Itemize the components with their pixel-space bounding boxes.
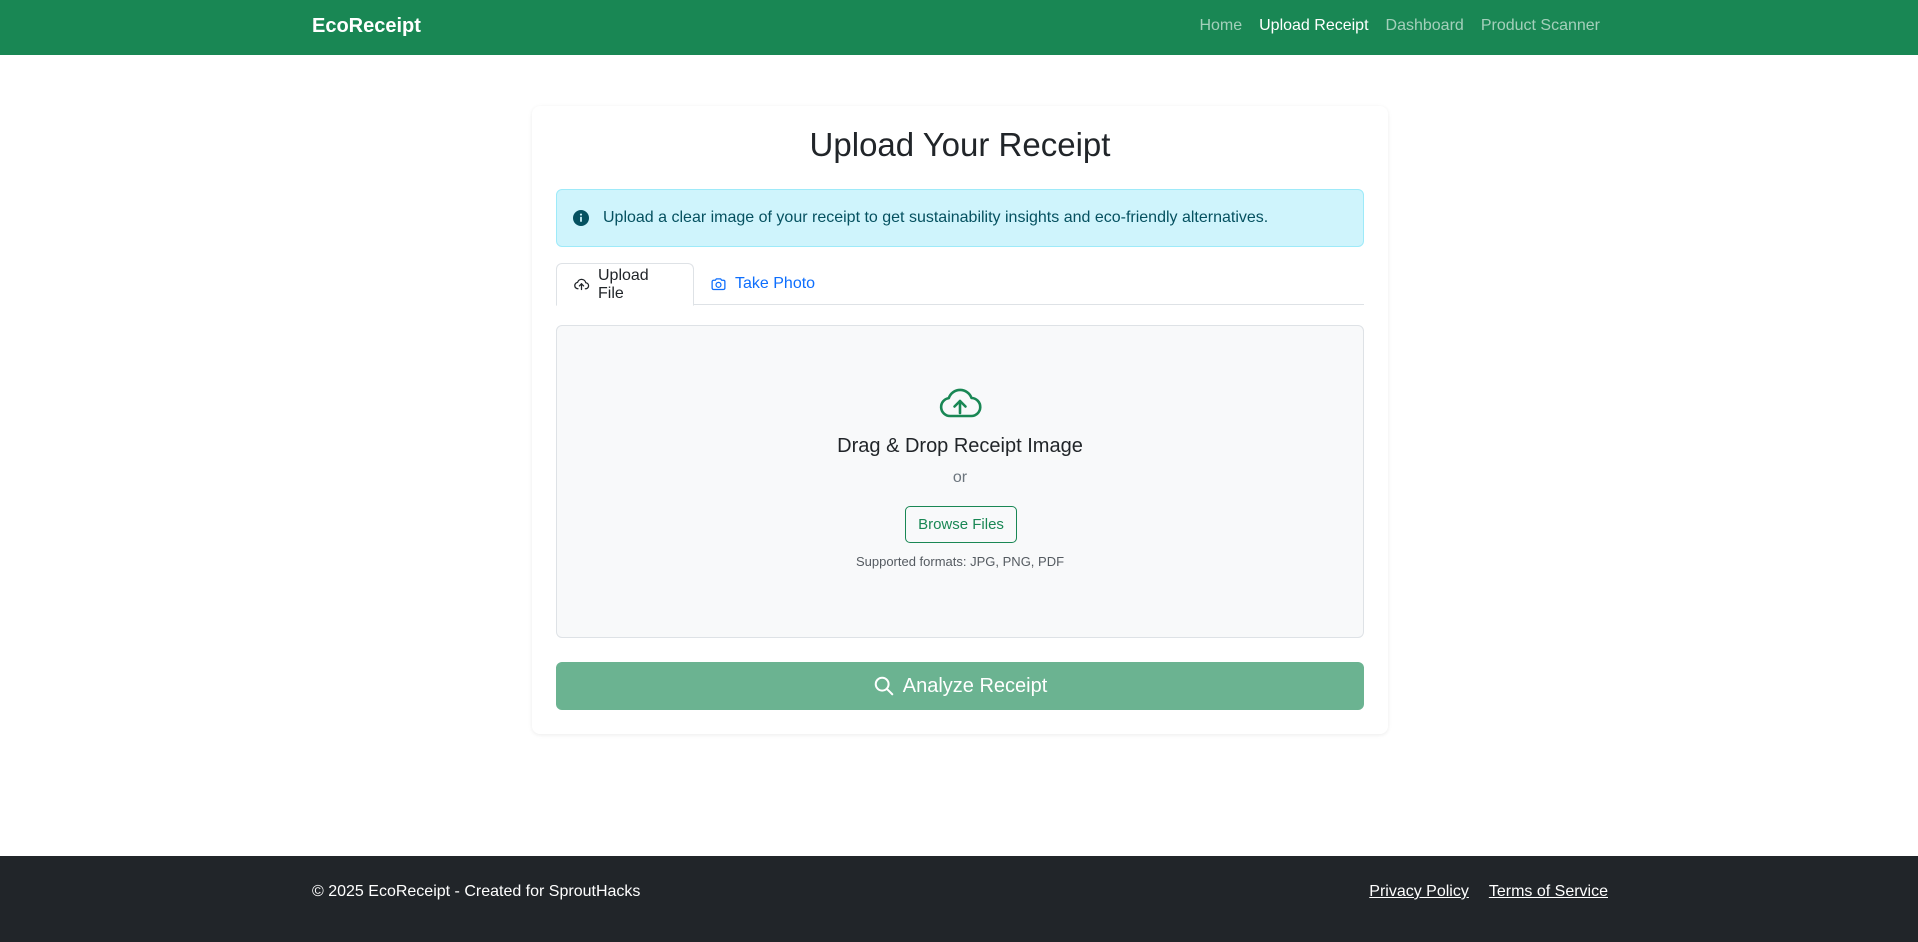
info-circle-icon: [573, 210, 589, 226]
tab-upload-file-label: Upload File: [598, 266, 649, 302]
analyze-receipt-button[interactable]: Analyze Receipt: [556, 662, 1364, 710]
dropzone-or: or: [952, 469, 968, 486]
dropzone-title: Drag & Drop Receipt Image: [837, 435, 1083, 457]
camera-icon: [711, 277, 726, 290]
nav-link-dashboard[interactable]: Dashboard: [1386, 17, 1464, 35]
dropzone[interactable]: Drag & Drop Receipt Image or Browse File…: [556, 325, 1364, 638]
copyright-text: © 2025 EcoReceipt - Created for SproutHa…: [312, 883, 641, 900]
cloud-upload-icon: [939, 388, 982, 418]
privacy-policy-link[interactable]: Privacy Policy: [1369, 883, 1469, 901]
upload-card: Upload Your Receipt Upload a clear image…: [532, 106, 1388, 734]
browse-files-button[interactable]: Browse Files: [905, 506, 1017, 543]
tab-take-photo-label: Take Photo: [735, 275, 816, 292]
search-icon: [874, 676, 893, 696]
footer: © 2025 EcoReceipt - Created for SproutHa…: [0, 856, 1918, 942]
brand-logo[interactable]: EcoReceipt: [312, 15, 421, 38]
terms-of-service-link[interactable]: Terms of Service: [1489, 883, 1608, 901]
info-alert: Upload a clear image of your receipt to …: [556, 189, 1364, 247]
footer-links: Privacy Policy Terms of Service: [1369, 883, 1608, 901]
upload-tabs: Upload File Take Photo: [556, 263, 1364, 306]
supported-formats: Supported formats: JPG, PNG, PDF: [855, 554, 1065, 569]
analyze-receipt-label: Analyze Receipt: [902, 674, 1048, 697]
tab-upload-file[interactable]: Upload File: [556, 263, 694, 306]
alert-text: Upload a clear image of your receipt to …: [603, 209, 1269, 226]
nav-links: Home Upload Receipt Dashboard Product Sc…: [1199, 17, 1600, 35]
tab-take-photo[interactable]: Take Photo: [694, 263, 831, 305]
nav-link-upload-receipt[interactable]: Upload Receipt: [1259, 17, 1368, 35]
nav-link-home[interactable]: Home: [1199, 17, 1242, 35]
navbar: EcoReceipt Home Upload Receipt Dashboard…: [0, 0, 1918, 55]
nav-link-product-scanner[interactable]: Product Scanner: [1481, 17, 1600, 35]
cloud-upload-icon: [574, 278, 590, 291]
page-title: Upload Your Receipt: [809, 126, 1111, 163]
